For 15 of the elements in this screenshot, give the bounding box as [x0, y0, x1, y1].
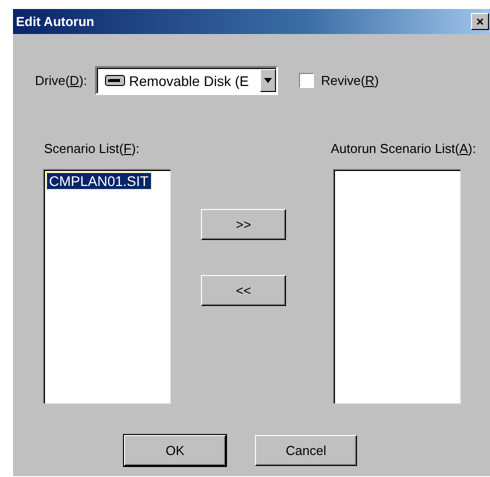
drive-dropdown[interactable]: Removable Disk (E — [95, 66, 278, 95]
revive-checkbox[interactable] — [299, 73, 314, 88]
ok-button[interactable]: OK — [124, 435, 226, 466]
disk-drive-icon — [105, 75, 126, 86]
scenario-list[interactable]: CMPLAN01.SIT — [44, 170, 171, 404]
close-button[interactable]: × — [471, 13, 489, 30]
scenario-list-label: Scenario List(F): — [44, 141, 140, 156]
window-title: Edit Autorun — [16, 14, 94, 29]
move-button[interactable]: >> — [201, 209, 286, 240]
drive-label: Drive(D): — [35, 73, 88, 88]
move-button[interactable]: << — [201, 275, 286, 306]
autorun-list-label: Autorun Scenario List(A): — [330, 141, 476, 156]
list-item[interactable]: CMPLAN01.SIT — [47, 173, 151, 189]
revive-label: Revive(R) — [321, 73, 379, 88]
cancel-button[interactable]: Cancel — [255, 435, 357, 466]
